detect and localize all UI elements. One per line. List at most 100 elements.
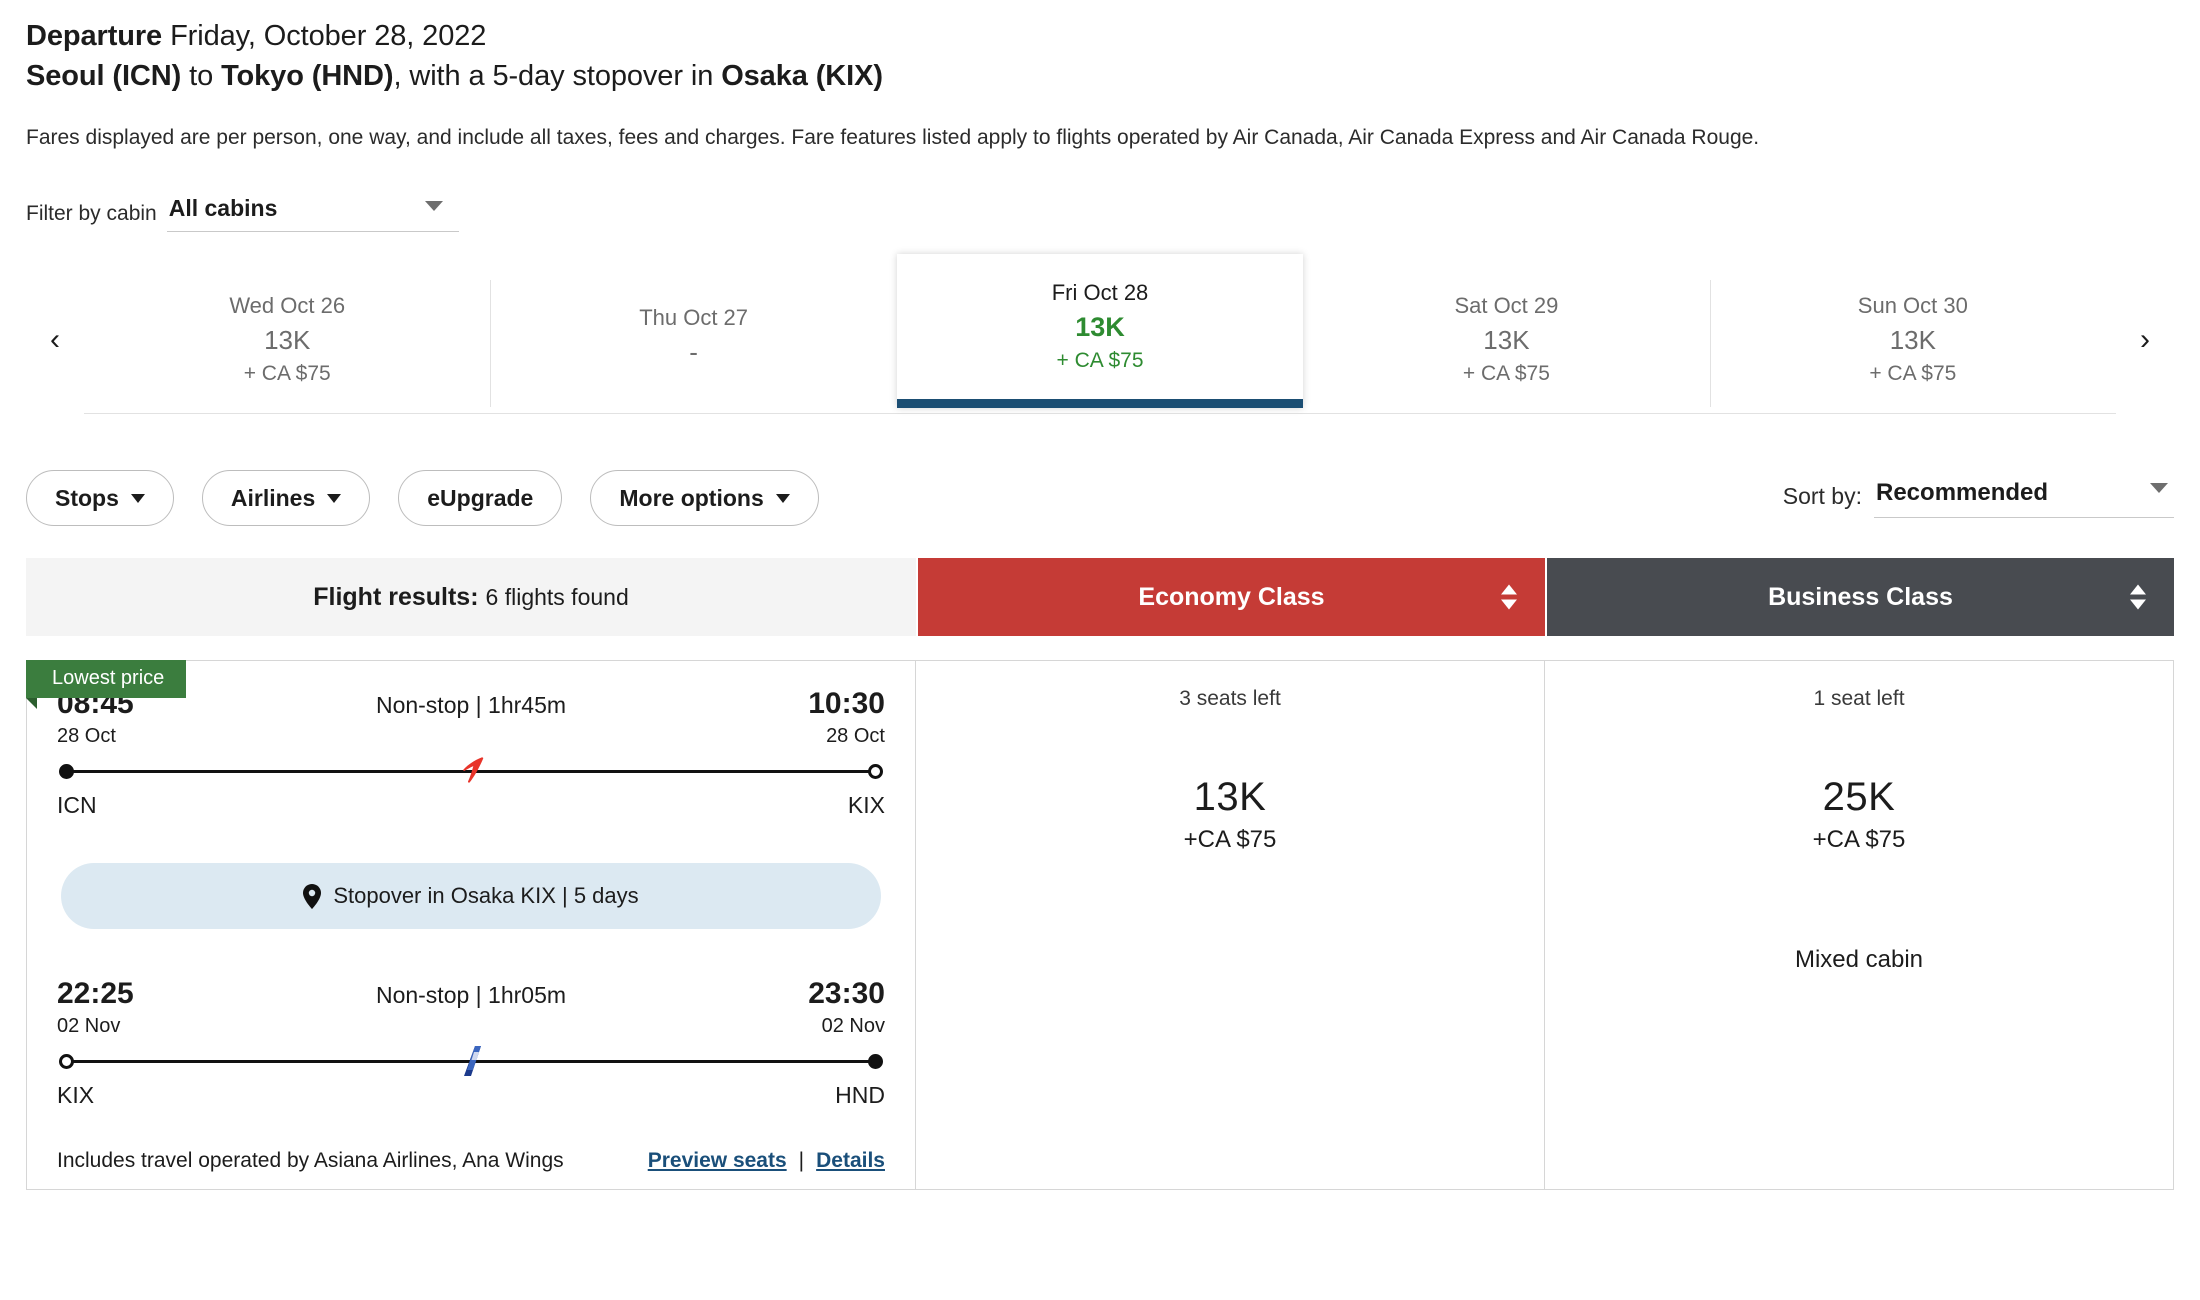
stopover-text: Stopover in Osaka KIX | 5 days [333, 883, 639, 909]
segment-2-arrive-time: 23:30 [808, 977, 885, 1011]
segment-1-arrive-time: 10:30 [808, 687, 885, 721]
business-class-label: Business Class [1768, 582, 1953, 611]
chevron-down-icon [2150, 482, 2168, 493]
carousel-day-cash: + CA $75 [1869, 362, 1957, 386]
cabin-filter-value: All cabins [168, 195, 278, 222]
carousel-day-cash: + CA $75 [243, 362, 331, 386]
flight-result-card: 08:45 28 Oct Non-stop | 1hr45m 10:30 28 … [26, 660, 2174, 1191]
chevron-down-icon [327, 493, 342, 503]
more-options-filter-button[interactable]: More options [590, 470, 819, 527]
economy-class-column-header[interactable]: Economy Class [918, 558, 1545, 637]
sort-value: Recommended [1876, 478, 2049, 506]
results-count-label: Flight results: [313, 582, 479, 611]
segment-1-origin-code: ICN [57, 792, 97, 819]
airlines-filter-label: Airlines [230, 484, 316, 511]
carousel-day-fri-oct-28[interactable]: Fri Oct 28 13K + CA $75 [896, 254, 1304, 409]
carousel-day-date: Wed Oct 26 [229, 293, 346, 319]
economy-seats-left: 3 seats left [1179, 687, 1281, 711]
carousel-day-points: 13K [264, 325, 311, 356]
departure-date: Friday, October 28, 2022 [170, 20, 487, 52]
segment-1-duration: Non-stop | 1hr45m [375, 692, 567, 719]
flight-search-results-page: Departure Friday, October 28, 2022 Seoul… [0, 0, 2200, 1300]
route-heading: Seoul (ICN) to Tokyo (HND), with a 5-day… [26, 56, 2174, 96]
sort-select[interactable]: Recommended [1874, 479, 2174, 518]
details-link[interactable]: Details [816, 1149, 885, 1173]
carousel-next-button[interactable]: › [2116, 266, 2174, 414]
business-price-cash: +CA $75 [1812, 826, 1906, 854]
business-seats-left: 1 seat left [1813, 687, 1905, 711]
segment-2-depart-time: 22:25 [57, 977, 134, 1011]
route-middle-text: , with a 5-day stopover in [393, 60, 722, 93]
sort-updown-icon[interactable] [1501, 584, 1517, 610]
flight-segment-1: 08:45 28 Oct Non-stop | 1hr45m 10:30 28 … [57, 687, 885, 819]
segment-2-arrival: 23:30 02 Nov [808, 977, 885, 1038]
segment-2-duration: Non-stop | 1hr05m [375, 982, 567, 1009]
operated-by-text: Includes travel operated by Asiana Airli… [57, 1149, 564, 1173]
carousel-track: Wed Oct 26 13K + CA $75 Thu Oct 27 - Fri… [84, 254, 2116, 415]
asiana-logo-icon [463, 757, 484, 783]
eupgrade-filter-button[interactable]: eUpgrade [398, 470, 563, 527]
stops-filter-button[interactable]: Stops [26, 470, 174, 527]
carousel-day-points: 13K [1075, 312, 1125, 343]
segment-1-destination-code: KIX [847, 792, 885, 819]
lowest-price-badge: Lowest price [26, 660, 187, 710]
cabin-filter-select[interactable]: All cabins [166, 195, 459, 233]
economy-price-cash: +CA $75 [1183, 826, 1277, 854]
filter-bar: Stops Airlines eUpgrade More options Sor… [26, 470, 2174, 527]
page-header: Departure Friday, October 28, 2022 Seoul… [26, 0, 2174, 151]
segment-2-destination-code: HND [835, 1082, 885, 1109]
carousel-day-date: Thu Oct 27 [639, 305, 749, 331]
timeline-origin-dot [59, 764, 74, 780]
carousel-day-points: 13K [1483, 325, 1530, 356]
chevron-down-icon [775, 493, 790, 503]
itinerary-column: 08:45 28 Oct Non-stop | 1hr45m 10:30 28 … [27, 661, 915, 1189]
business-fare-cell[interactable]: 1 seat left 25K +CA $75 Mixed cabin [1544, 661, 2173, 1190]
segment-2-departure: 22:25 02 Nov [57, 977, 134, 1038]
stops-filter-label: Stops [55, 484, 119, 511]
route-destination: Tokyo (HND) [221, 60, 394, 93]
carousel-day-sun-oct-30[interactable]: Sun Oct 30 13K + CA $75 [1709, 266, 2116, 413]
results-count: Flight results: 6 flights found [26, 558, 916, 637]
carousel-day-points: 13K [1889, 325, 1936, 356]
link-separator: | [798, 1149, 805, 1173]
carousel-day-thu-oct-27[interactable]: Thu Oct 27 - [490, 266, 896, 413]
cabin-filter-label: Filter by cabin [26, 202, 157, 226]
segment-1-arrive-date: 28 Oct [826, 725, 885, 748]
business-class-column-header[interactable]: Business Class [1547, 558, 2174, 637]
results-count-value: 6 flights found [485, 583, 629, 610]
segment-2-times: 22:25 02 Nov Non-stop | 1hr05m 23:30 02 … [57, 977, 885, 1038]
itinerary-links: Preview seats | Details [648, 1149, 885, 1173]
segment-2-airports: KIX HND [57, 1082, 885, 1109]
ana-logo-icon [464, 1046, 481, 1077]
cabin-filter-row: Filter by cabin All cabins [26, 195, 2174, 233]
economy-price-points: 13K [1193, 775, 1267, 820]
date-carousel: ‹ Wed Oct 26 13K + CA $75 Thu Oct 27 - F… [26, 254, 2174, 415]
carousel-day-cash: + CA $75 [1056, 349, 1144, 373]
chevron-down-icon [130, 493, 145, 503]
departure-label: Departure [26, 20, 163, 52]
economy-fare-cell[interactable]: 3 seats left 13K +CA $75 [915, 661, 1544, 1190]
fare-disclaimer: Fares displayed are per person, one way,… [26, 126, 1760, 150]
carousel-day-wed-oct-26[interactable]: Wed Oct 26 13K + CA $75 [84, 266, 490, 413]
sort-label: Sort by: [1782, 482, 1862, 509]
stopover-banner: Stopover in Osaka KIX | 5 days [61, 863, 881, 930]
segment-2-depart-date: 02 Nov [57, 1015, 121, 1038]
results-header-bar: Flight results: 6 flights found Economy … [26, 558, 2174, 637]
timeline-destination-dot [868, 1054, 883, 1070]
carousel-day-sat-oct-29[interactable]: Sat Oct 29 13K + CA $75 [1303, 266, 1709, 413]
economy-class-label: Economy Class [1138, 582, 1325, 611]
segment-2-origin-code: KIX [57, 1082, 95, 1109]
timeline-origin-dot [59, 1054, 74, 1070]
departure-heading: Departure Friday, October 28, 2022 [26, 16, 2174, 56]
carousel-prev-button[interactable]: ‹ [26, 266, 84, 414]
eupgrade-filter-label: eUpgrade [427, 484, 534, 511]
itinerary-footer: Includes travel operated by Asiana Airli… [57, 1149, 885, 1173]
preview-seats-link[interactable]: Preview seats [648, 1149, 787, 1173]
carousel-day-cash: + CA $75 [1462, 362, 1550, 386]
chevron-down-icon [424, 201, 443, 212]
business-price-points: 25K [1822, 775, 1896, 820]
route-connector: to [181, 60, 222, 93]
route-origin: Seoul (ICN) [26, 60, 182, 93]
airlines-filter-button[interactable]: Airlines [201, 470, 371, 527]
sort-updown-icon[interactable] [2130, 584, 2146, 610]
